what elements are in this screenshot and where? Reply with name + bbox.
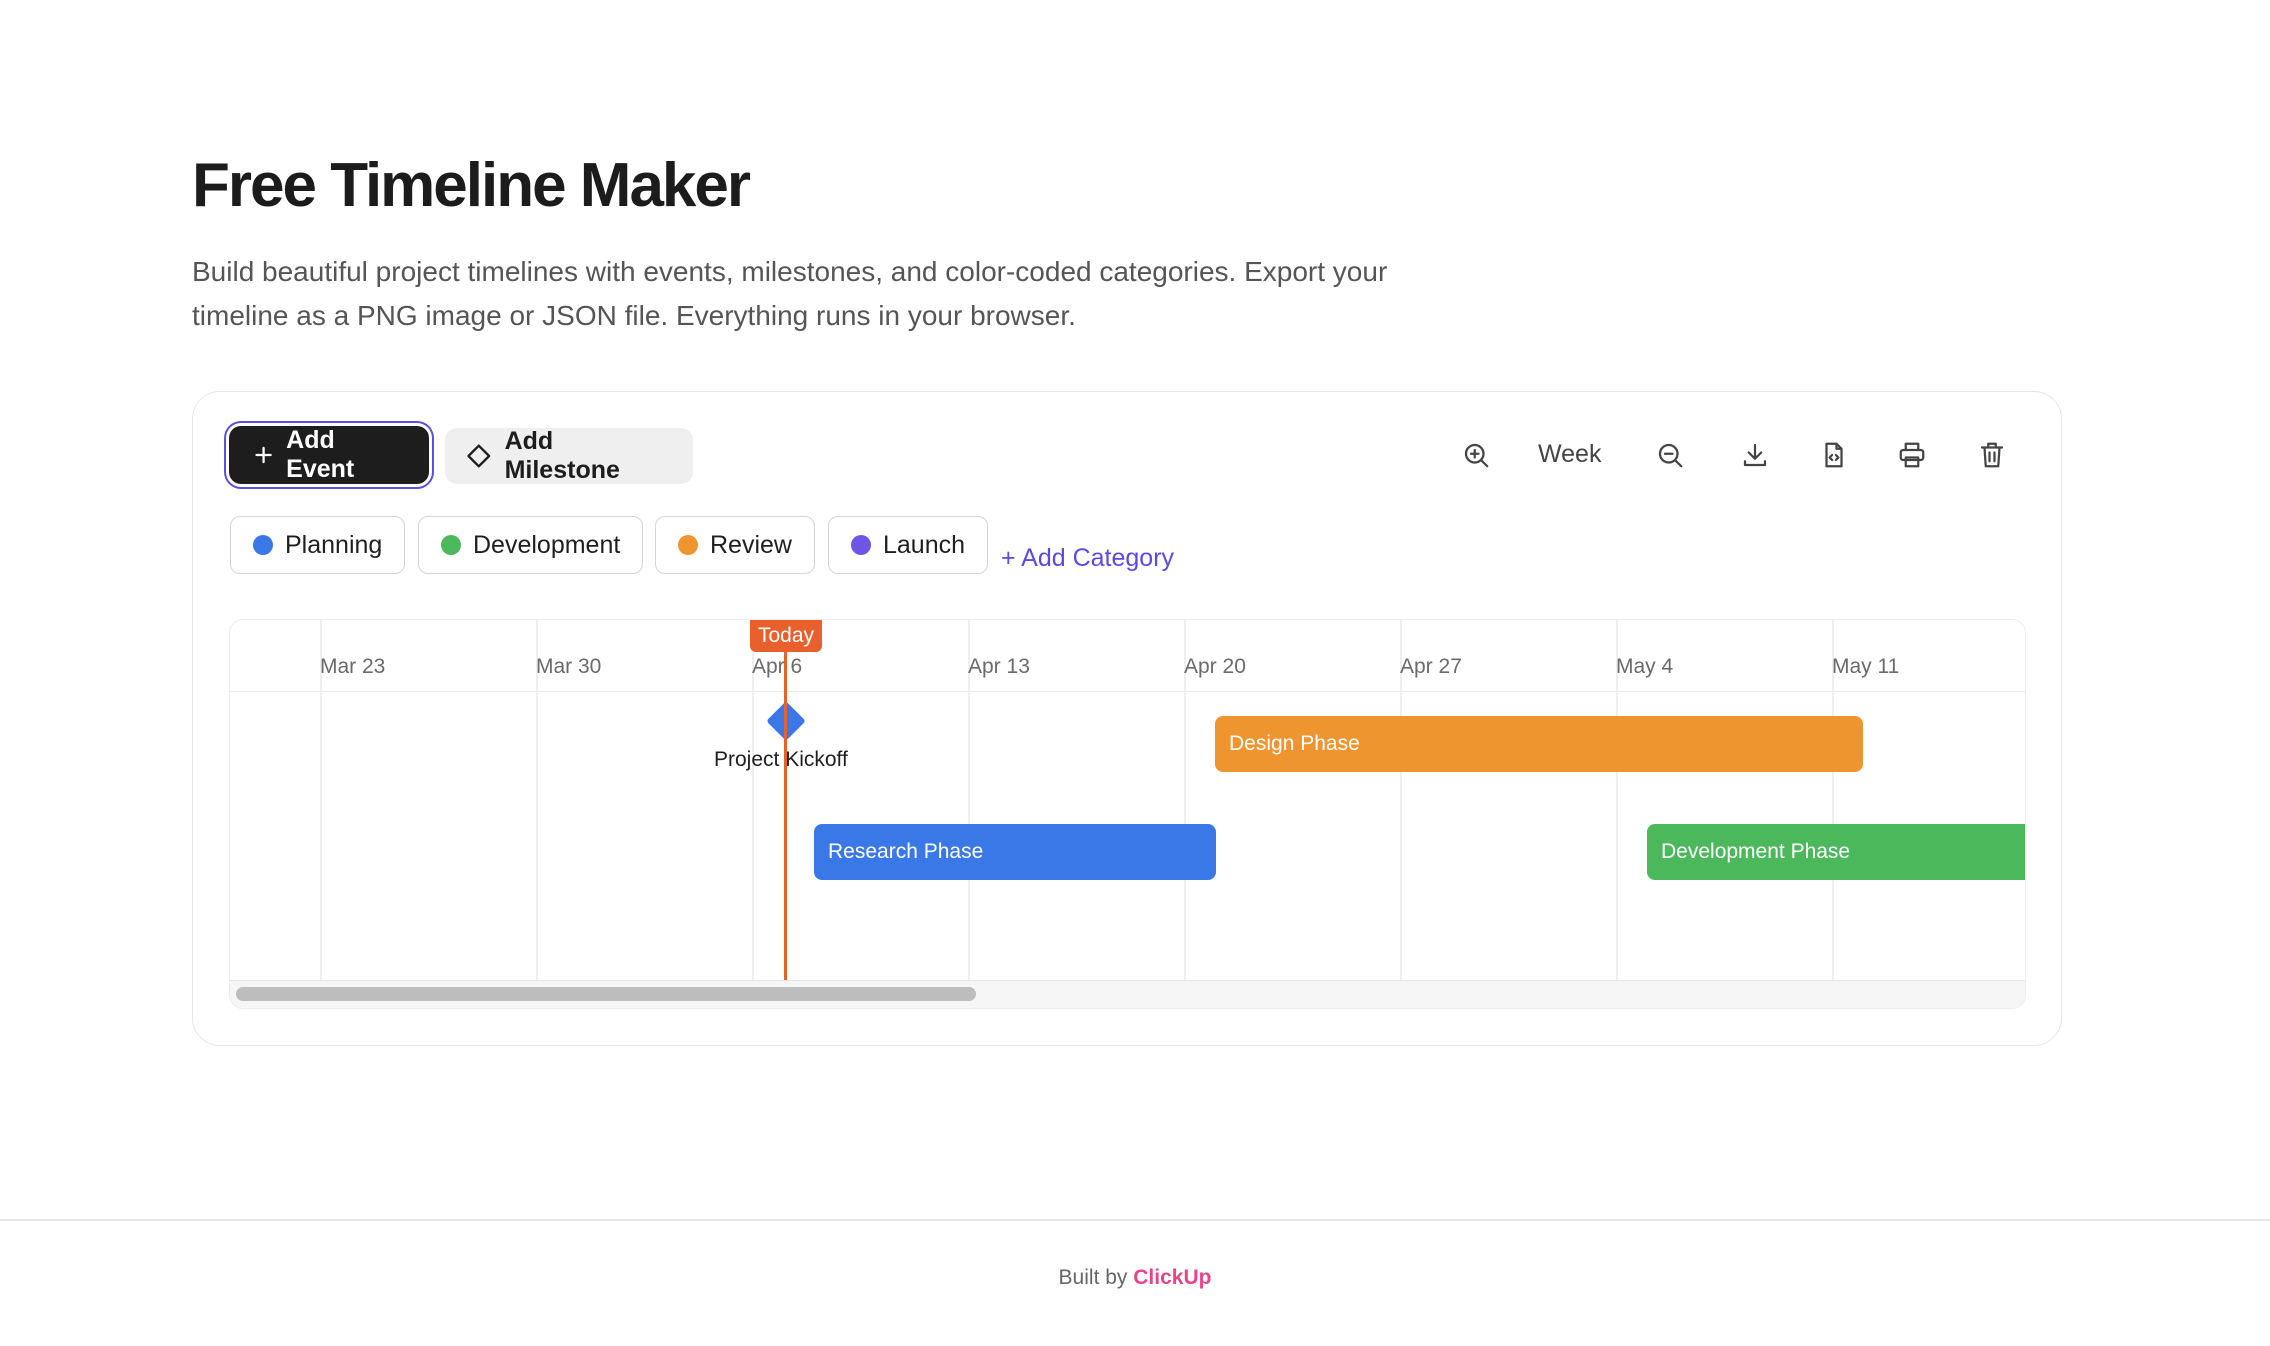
- tick-label: Mar 30: [536, 655, 602, 678]
- zoom-in-icon[interactable]: [1457, 436, 1495, 474]
- zoom-level-label: Week: [1538, 440, 1602, 468]
- category-dot: [678, 535, 698, 555]
- category-chip-launch[interactable]: Launch: [828, 516, 989, 574]
- horizontal-scrollbar[interactable]: [230, 980, 2025, 1008]
- category-chip-planning[interactable]: Planning: [230, 516, 406, 574]
- diamond-icon: [467, 444, 491, 468]
- footer-divider: [0, 1219, 2270, 1221]
- category-chip-review[interactable]: Review: [655, 516, 815, 574]
- milestone-label: Project Kickoff: [714, 748, 848, 771]
- add-milestone-button[interactable]: Add Milestone: [445, 427, 693, 484]
- category-chip-development[interactable]: Development: [418, 516, 644, 574]
- category-dot: [253, 535, 273, 555]
- add-milestone-label: Add Milestone: [504, 427, 620, 484]
- category-label: Launch: [883, 530, 966, 559]
- tick-label: Apr 27: [1400, 655, 1462, 678]
- event-bar-design-phase[interactable]: Design Phase: [1215, 716, 1863, 772]
- add-category-link[interactable]: + Add Category: [1001, 544, 1174, 573]
- scrollbar-thumb[interactable]: [236, 987, 976, 1001]
- footer: Built by ClickUp: [0, 1266, 2270, 1290]
- today-line: [784, 620, 787, 980]
- event-label: Research Phase: [828, 840, 984, 863]
- category-label: Planning: [285, 530, 383, 559]
- tick-label: Apr 13: [968, 655, 1030, 678]
- tick-label: Mar 23: [320, 655, 386, 678]
- page-description: Build beautiful project timelines with e…: [192, 256, 1388, 331]
- tick-label: May 4: [1616, 655, 1674, 678]
- category-dot: [441, 535, 461, 555]
- footer-brand-link[interactable]: ClickUp: [1133, 1266, 1211, 1289]
- zoom-out-icon[interactable]: [1651, 436, 1689, 474]
- event-bar-research-phase[interactable]: Research Phase: [814, 824, 1216, 880]
- timeline-header: [230, 620, 2025, 692]
- file-code-icon[interactable]: [1815, 436, 1853, 474]
- today-badge: Today: [750, 620, 823, 652]
- tick-label: Apr 20: [1184, 655, 1246, 678]
- tick-label: May 11: [1832, 655, 1900, 678]
- event-label: Design Phase: [1229, 732, 1360, 755]
- category-label: Review: [710, 530, 792, 559]
- add-event-label: Add Event: [286, 426, 355, 483]
- plus-icon: [255, 446, 272, 464]
- timeline-chart: Mar 23 Mar 30 Apr 6 Apr 13 Apr 20 Apr 27…: [229, 619, 2026, 1009]
- download-icon[interactable]: [1736, 436, 1774, 474]
- add-event-button[interactable]: Add Event: [229, 426, 429, 484]
- event-bar-development-phase[interactable]: Development Phase: [1647, 824, 2025, 880]
- category-label: Development: [473, 530, 621, 559]
- trash-icon[interactable]: [1973, 436, 2011, 474]
- printer-icon[interactable]: [1893, 436, 1931, 474]
- event-label: Development Phase: [1661, 840, 1851, 863]
- tick-label: Apr 6: [752, 655, 803, 678]
- category-dot: [851, 535, 871, 555]
- timeline-card: Add Event Add Milestone Week Planning De…: [192, 391, 2062, 1046]
- footer-prefix: Built by: [1058, 1266, 1128, 1289]
- page-title: Free Timeline Maker: [192, 151, 751, 220]
